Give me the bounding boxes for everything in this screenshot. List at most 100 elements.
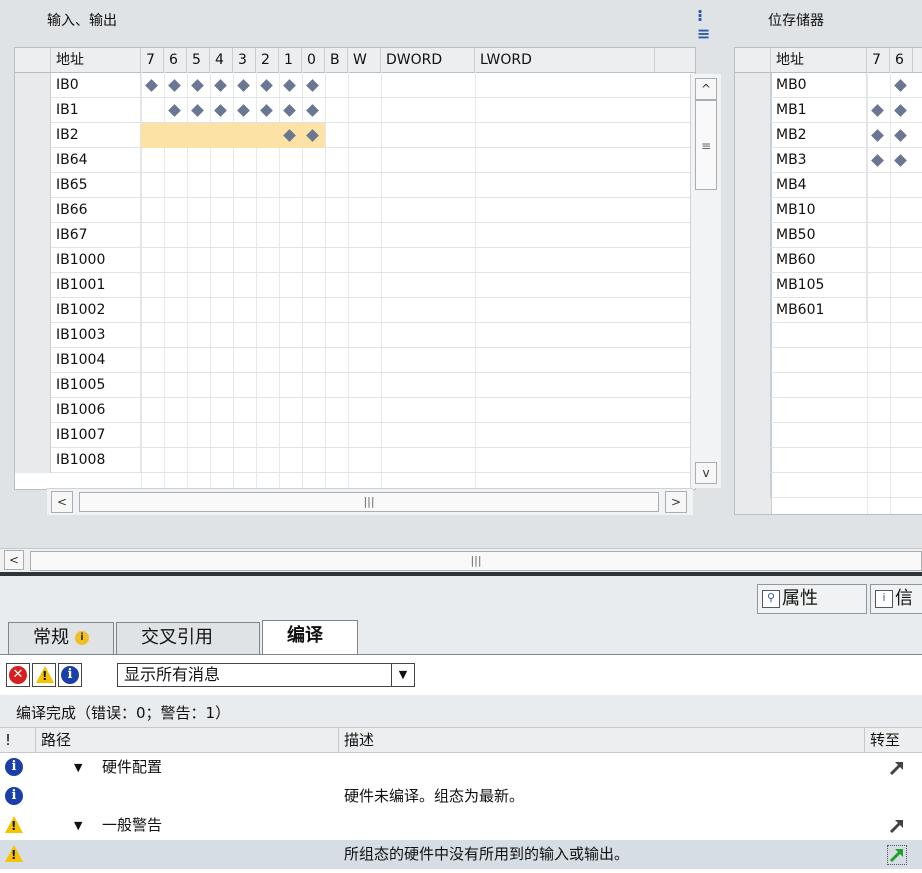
table-row[interactable] (735, 323, 922, 348)
table-row[interactable]: IB65 (15, 173, 695, 198)
table-row[interactable]: MB4 (735, 173, 922, 198)
io-column-header[interactable]: B (325, 48, 348, 72)
io-vertical-scrollbar[interactable]: ^ ≡ v (690, 74, 721, 488)
row-header[interactable] (735, 98, 771, 123)
table-row[interactable]: MB105 (735, 273, 922, 298)
row-header[interactable] (735, 298, 771, 323)
properties-tab[interactable]: ⚲ 属性 (757, 584, 867, 614)
io-column-header[interactable]: W (348, 48, 381, 72)
table-row[interactable]: MB0 (735, 73, 922, 98)
row-header[interactable] (735, 173, 771, 198)
row-header[interactable] (15, 173, 51, 198)
message-row[interactable]: i ▼ 硬件配置 (0, 753, 922, 782)
row-header[interactable] (735, 223, 771, 248)
table-row[interactable] (735, 348, 922, 373)
tab-compile[interactable]: 编译 (262, 620, 358, 654)
table-row[interactable]: IB1001 (15, 273, 695, 298)
row-header[interactable] (15, 98, 51, 123)
col-goto[interactable]: 转至 (865, 728, 922, 752)
row-header[interactable] (735, 448, 771, 473)
io-column-header[interactable]: LWORD (475, 48, 655, 72)
io-column-header[interactable]: 0 (302, 48, 325, 72)
row-header[interactable] (15, 298, 51, 323)
table-row[interactable]: IB0 (15, 73, 695, 98)
row-header[interactable] (735, 348, 771, 373)
row-header[interactable] (15, 398, 51, 423)
goto-arrow-icon[interactable] (887, 845, 907, 865)
col-path[interactable]: 路径 (36, 728, 339, 752)
row-header[interactable] (15, 148, 51, 173)
row-header[interactable] (15, 448, 51, 473)
row-header[interactable] (735, 123, 771, 148)
scroll-up-button[interactable]: ^ (695, 78, 717, 100)
tab-general[interactable]: 常规 i (8, 622, 114, 654)
tab-cross-reference[interactable]: 交叉引用 (116, 622, 260, 654)
row-header[interactable] (15, 373, 51, 398)
editor-scroll-left-button[interactable]: < (4, 550, 24, 570)
message-row[interactable]: i 硬件未编译。组态为最新。 (0, 782, 922, 811)
show-info-button[interactable]: i (58, 663, 82, 687)
show-warnings-button[interactable]: ! (32, 663, 56, 687)
scroll-thumb-h[interactable]: ||| (79, 492, 659, 512)
io-column-header[interactable]: 4 (210, 48, 233, 72)
table-row[interactable] (735, 423, 922, 448)
row-header[interactable] (735, 373, 771, 398)
table-row[interactable]: MB10 (735, 198, 922, 223)
table-row[interactable]: IB1004 (15, 348, 695, 373)
expand-triangle-icon[interactable]: ▼ (74, 753, 82, 782)
row-header[interactable] (735, 473, 771, 498)
editor-scroll-thumb[interactable]: ||| (30, 551, 922, 571)
row-header[interactable] (735, 148, 771, 173)
scroll-left-button[interactable]: < (51, 491, 73, 513)
table-row[interactable]: IB64 (15, 148, 695, 173)
row-header[interactable] (15, 198, 51, 223)
io-column-header[interactable]: 3 (233, 48, 256, 72)
row-header[interactable] (15, 123, 51, 148)
io-column-header[interactable]: 5 (187, 48, 210, 72)
table-row[interactable]: IB66 (15, 198, 695, 223)
table-row[interactable] (735, 473, 922, 498)
io-column-header[interactable]: 2 (256, 48, 279, 72)
row-header[interactable] (15, 73, 51, 98)
memory-column-header[interactable]: 7 (867, 48, 890, 72)
chevron-down-icon[interactable]: ▼ (391, 664, 414, 686)
table-row[interactable]: IB1008 (15, 448, 695, 473)
expand-triangle-icon[interactable]: ▼ (74, 811, 82, 840)
row-header[interactable] (735, 198, 771, 223)
message-row[interactable]: ! 所组态的硬件中没有所用到的输入或输出。 (0, 840, 922, 869)
row-header[interactable] (15, 223, 51, 248)
table-row[interactable]: IB2 (15, 123, 695, 148)
message-filter-select[interactable]: 显示所有消息 ▼ (117, 663, 415, 687)
table-row[interactable]: IB1006 (15, 398, 695, 423)
info-tab[interactable]: i 信 (870, 584, 922, 614)
table-row[interactable]: MB601 (735, 298, 922, 323)
table-row[interactable] (735, 398, 922, 423)
table-row[interactable]: MB60 (735, 248, 922, 273)
row-header[interactable] (735, 398, 771, 423)
io-column-header[interactable]: 7 (141, 48, 164, 72)
table-row[interactable]: IB1007 (15, 423, 695, 448)
row-header[interactable] (735, 323, 771, 348)
table-row[interactable]: IB1002 (15, 298, 695, 323)
table-row[interactable]: MB3 (735, 148, 922, 173)
col-flag[interactable]: ! (0, 728, 36, 752)
memory-column-header[interactable]: 地址 (771, 48, 867, 72)
io-column-header[interactable]: 1 (279, 48, 302, 72)
show-errors-button[interactable]: ✕ (6, 663, 30, 687)
table-row[interactable] (735, 448, 922, 473)
col-description[interactable]: 描述 (339, 728, 865, 752)
io-column-header[interactable]: 6 (164, 48, 187, 72)
scroll-right-button[interactable]: > (665, 491, 687, 513)
table-row[interactable]: IB67 (15, 223, 695, 248)
list-settings-icon[interactable]: ⁝≡ (697, 7, 715, 43)
row-header[interactable] (735, 73, 771, 98)
message-row[interactable]: ! ▼ 一般警告 (0, 811, 922, 840)
table-row[interactable]: MB50 (735, 223, 922, 248)
row-header[interactable] (15, 248, 51, 273)
row-header[interactable] (735, 248, 771, 273)
scroll-down-button[interactable]: v (695, 462, 717, 484)
goto-arrow-icon[interactable] (888, 817, 906, 835)
table-row[interactable]: MB1 (735, 98, 922, 123)
row-header[interactable] (15, 423, 51, 448)
memory-column-header[interactable]: 6 (890, 48, 913, 72)
